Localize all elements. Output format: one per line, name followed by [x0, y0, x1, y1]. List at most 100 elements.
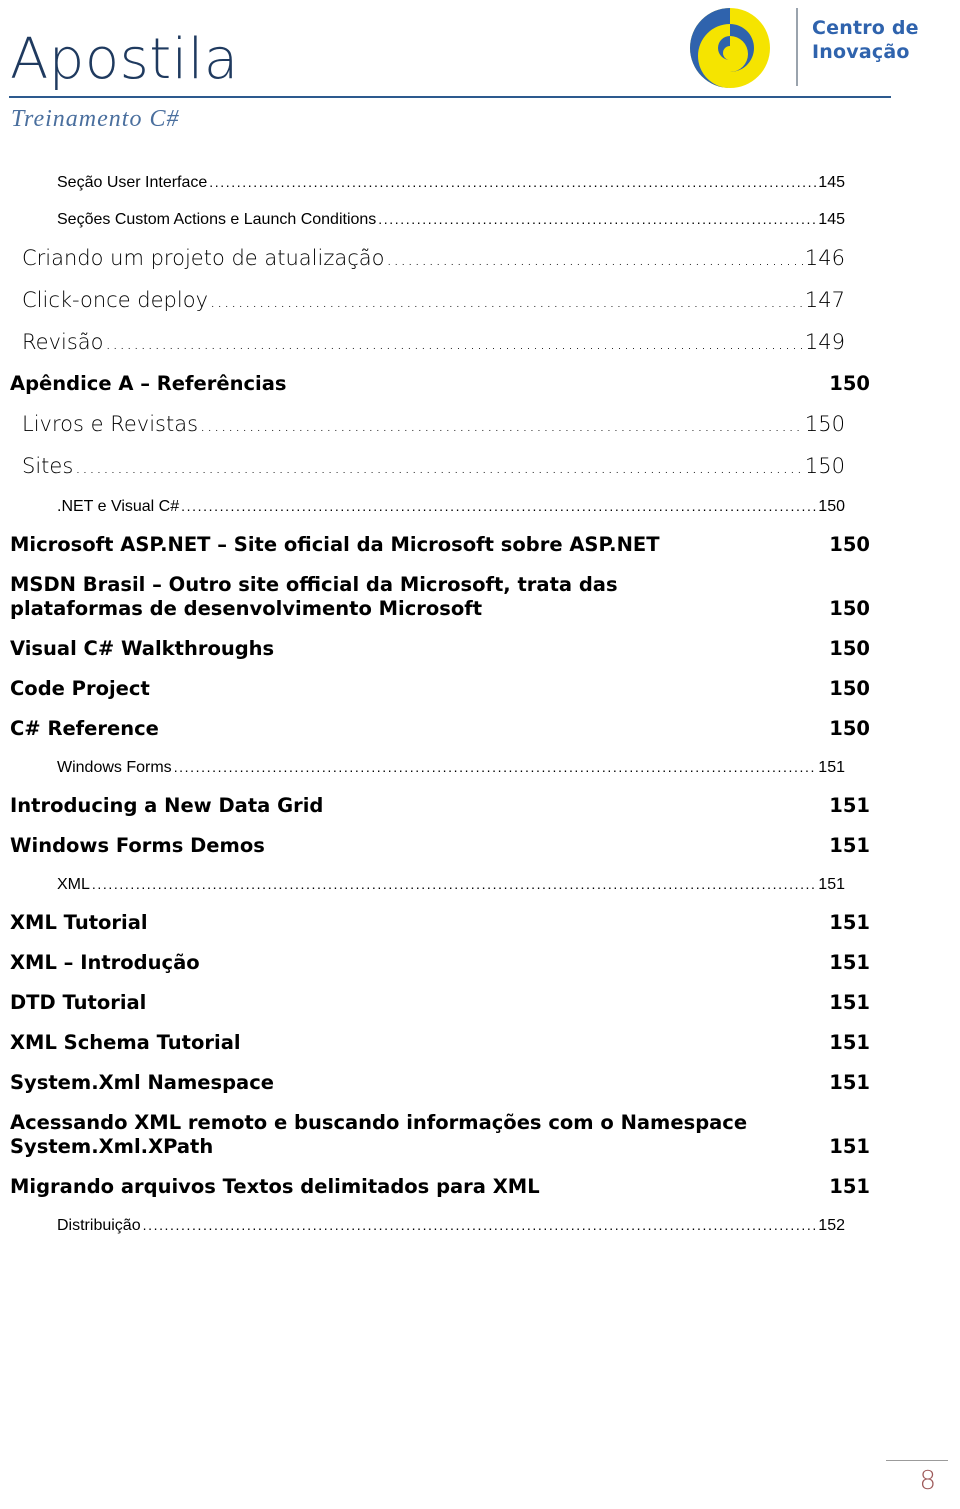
- toc-entry-label: Code Project: [10, 677, 150, 700]
- toc-entry-label: DTD Tutorial: [10, 991, 147, 1014]
- toc-entry-page-number: 145: [818, 211, 845, 228]
- toc-entry-label: Visual C# Walkthroughs: [10, 637, 275, 660]
- toc-entry-page-number: 145: [818, 174, 845, 191]
- toc-entry[interactable]: XML Tutorial 151: [0, 911, 960, 951]
- toc-dot-leader: ........................................…: [200, 416, 804, 436]
- toc-entry-page-number: 150: [804, 454, 845, 478]
- toc-entry-label: XML – Introdução: [10, 951, 200, 974]
- toc-entry-label: Windows Forms Demos: [10, 834, 265, 857]
- toc-entry-page-number: 151: [829, 951, 870, 974]
- toc-entry[interactable]: Criando um projeto de atualização.......…: [0, 246, 960, 288]
- toc-entry[interactable]: Distribuição............................…: [0, 1215, 960, 1252]
- logo-divider: [796, 8, 798, 86]
- toc-entry[interactable]: Revisão.................................…: [0, 330, 960, 372]
- toc-entry-page-number: 147: [804, 288, 845, 312]
- toc-entry[interactable]: Windows Forms Demos 151: [0, 834, 960, 874]
- toc-dot-leader: ........................................…: [142, 1217, 818, 1233]
- toc-entry[interactable]: XML.....................................…: [0, 874, 960, 911]
- toc-entry-page-number: 146: [804, 246, 845, 270]
- toc-entry-label: Livros e Revistas: [22, 412, 199, 436]
- header-divider-rule: [9, 96, 891, 98]
- toc-entry[interactable]: Click-once deploy.......................…: [0, 288, 960, 330]
- toc-entry-page-number: 150: [829, 533, 870, 556]
- logo-line-1: Centro de: [812, 17, 919, 39]
- toc-entry[interactable]: Code Project 150: [0, 677, 960, 717]
- toc-entry-label: Apêndice A – Referências: [10, 372, 287, 395]
- toc-entry-page-number: 151: [829, 1071, 870, 1094]
- toc-dot-leader: ........................................…: [386, 250, 804, 270]
- toc-entry-label: Introducing a New Data Grid: [10, 794, 324, 817]
- toc-entry-page-number: 150: [804, 412, 845, 436]
- brand-logo: Centro de Inovação: [688, 2, 919, 94]
- footer-page-number: 8: [919, 1466, 936, 1496]
- toc-entry-label: System.Xml Namespace: [10, 1071, 274, 1094]
- toc-entry[interactable]: MSDN Brasil – Outro site official da Mic…: [0, 573, 960, 637]
- toc-entry[interactable]: .NET e Visual C#........................…: [0, 496, 960, 533]
- document-footer: 8: [0, 1460, 960, 1509]
- toc-entry[interactable]: Seções Custom Actions e Launch Condition…: [0, 209, 960, 246]
- toc-entry[interactable]: Windows Forms...........................…: [0, 757, 960, 794]
- toc-entry-label: C# Reference: [10, 717, 159, 740]
- toc-entry-label: Acessando XML remoto e buscando informaç…: [10, 1111, 748, 1158]
- toc-entry-label: Migrando arquivos Textos delimitados par…: [10, 1175, 540, 1198]
- toc-dot-leader: ........................................…: [209, 174, 817, 190]
- toc-entry-label: XML: [57, 876, 90, 893]
- toc-entry-page-number: 150: [829, 677, 870, 700]
- toc-entry-label: Microsoft ASP.NET – Site oficial da Micr…: [10, 533, 660, 556]
- toc-entry-page-number: 151: [829, 1031, 870, 1054]
- toc-entry-page-number: 150: [829, 597, 870, 620]
- toc-entry-page-number: 150: [829, 637, 870, 660]
- toc-entry[interactable]: Introducing a New Data Grid 151: [0, 794, 960, 834]
- toc-entry-page-number: 152: [818, 1217, 845, 1234]
- footer-divider-rule: [886, 1460, 948, 1461]
- toc-dot-leader: ........................................…: [75, 458, 804, 478]
- toc-entry-label: Distribuição: [57, 1217, 141, 1234]
- toc-entry-page-number: 149: [804, 330, 845, 354]
- toc-entry[interactable]: Acessando XML remoto e buscando informaç…: [0, 1111, 960, 1175]
- toc-entry[interactable]: Microsoft ASP.NET – Site oficial da Micr…: [0, 533, 960, 573]
- toc-dot-leader: ........................................…: [181, 498, 818, 514]
- logo-wordmark: Centro de Inovação: [812, 16, 919, 64]
- table-of-contents: Seção User Interface....................…: [0, 172, 960, 1252]
- toc-entry-label: Windows Forms: [57, 759, 172, 776]
- toc-entry[interactable]: Livros e Revistas.......................…: [0, 412, 960, 454]
- toc-entry[interactable]: System.Xml Namespace 151: [0, 1071, 960, 1111]
- page-title: Apostila: [10, 27, 239, 92]
- toc-entry-page-number: 151: [829, 834, 870, 857]
- toc-entry[interactable]: Sites...................................…: [0, 454, 960, 496]
- toc-dot-leader: ........................................…: [105, 334, 804, 354]
- logo-line-2: Inovação: [812, 41, 910, 63]
- toc-dot-leader: ........................................…: [173, 759, 818, 775]
- toc-entry-page-number: 150: [829, 717, 870, 740]
- toc-entry-label: Seção User Interface: [57, 174, 208, 191]
- toc-entry[interactable]: Seção User Interface....................…: [0, 172, 960, 209]
- toc-entry-page-number: 151: [829, 991, 870, 1014]
- toc-entry-label: Click-once deploy: [22, 288, 208, 312]
- toc-entry-page-number: 151: [829, 1135, 870, 1158]
- toc-entry[interactable]: DTD Tutorial 151: [0, 991, 960, 1031]
- toc-entry[interactable]: Migrando arquivos Textos delimitados par…: [0, 1175, 960, 1215]
- toc-entry-page-number: 151: [829, 911, 870, 934]
- toc-entry-label: MSDN Brasil – Outro site official da Mic…: [10, 573, 618, 620]
- page-subtitle: Treinamento C#: [11, 106, 180, 132]
- toc-entry[interactable]: XML Schema Tutorial 151: [0, 1031, 960, 1071]
- toc-entry-label: XML Tutorial: [10, 911, 148, 934]
- toc-entry-page-number: 151: [829, 1175, 870, 1198]
- toc-entry[interactable]: Visual C# Walkthroughs 150: [0, 637, 960, 677]
- toc-entry-page-number: 150: [818, 498, 845, 515]
- toc-entry-page-number: 151: [818, 876, 845, 893]
- document-header: Apostila Treinamento C# Centro de Inovaç…: [0, 0, 960, 150]
- toc-entry-page-number: 151: [829, 794, 870, 817]
- toc-entry[interactable]: XML – Introdução 151: [0, 951, 960, 991]
- toc-dot-leader: ........................................…: [210, 292, 804, 312]
- toc-entry-page-number: 150: [829, 372, 870, 395]
- toc-dot-leader: ........................................…: [378, 211, 818, 227]
- toc-dot-leader: ........................................…: [91, 876, 817, 892]
- toc-entry-label: Sites: [22, 454, 74, 478]
- toc-entry[interactable]: C# Reference 150: [0, 717, 960, 757]
- toc-entry[interactable]: Apêndice A – Referências 150: [0, 372, 960, 412]
- toc-entry-label: XML Schema Tutorial: [10, 1031, 241, 1054]
- toc-entry-label: Revisão: [22, 330, 104, 354]
- spiral-logo-icon: [690, 8, 770, 88]
- toc-entry-label: Criando um projeto de atualização: [22, 246, 385, 270]
